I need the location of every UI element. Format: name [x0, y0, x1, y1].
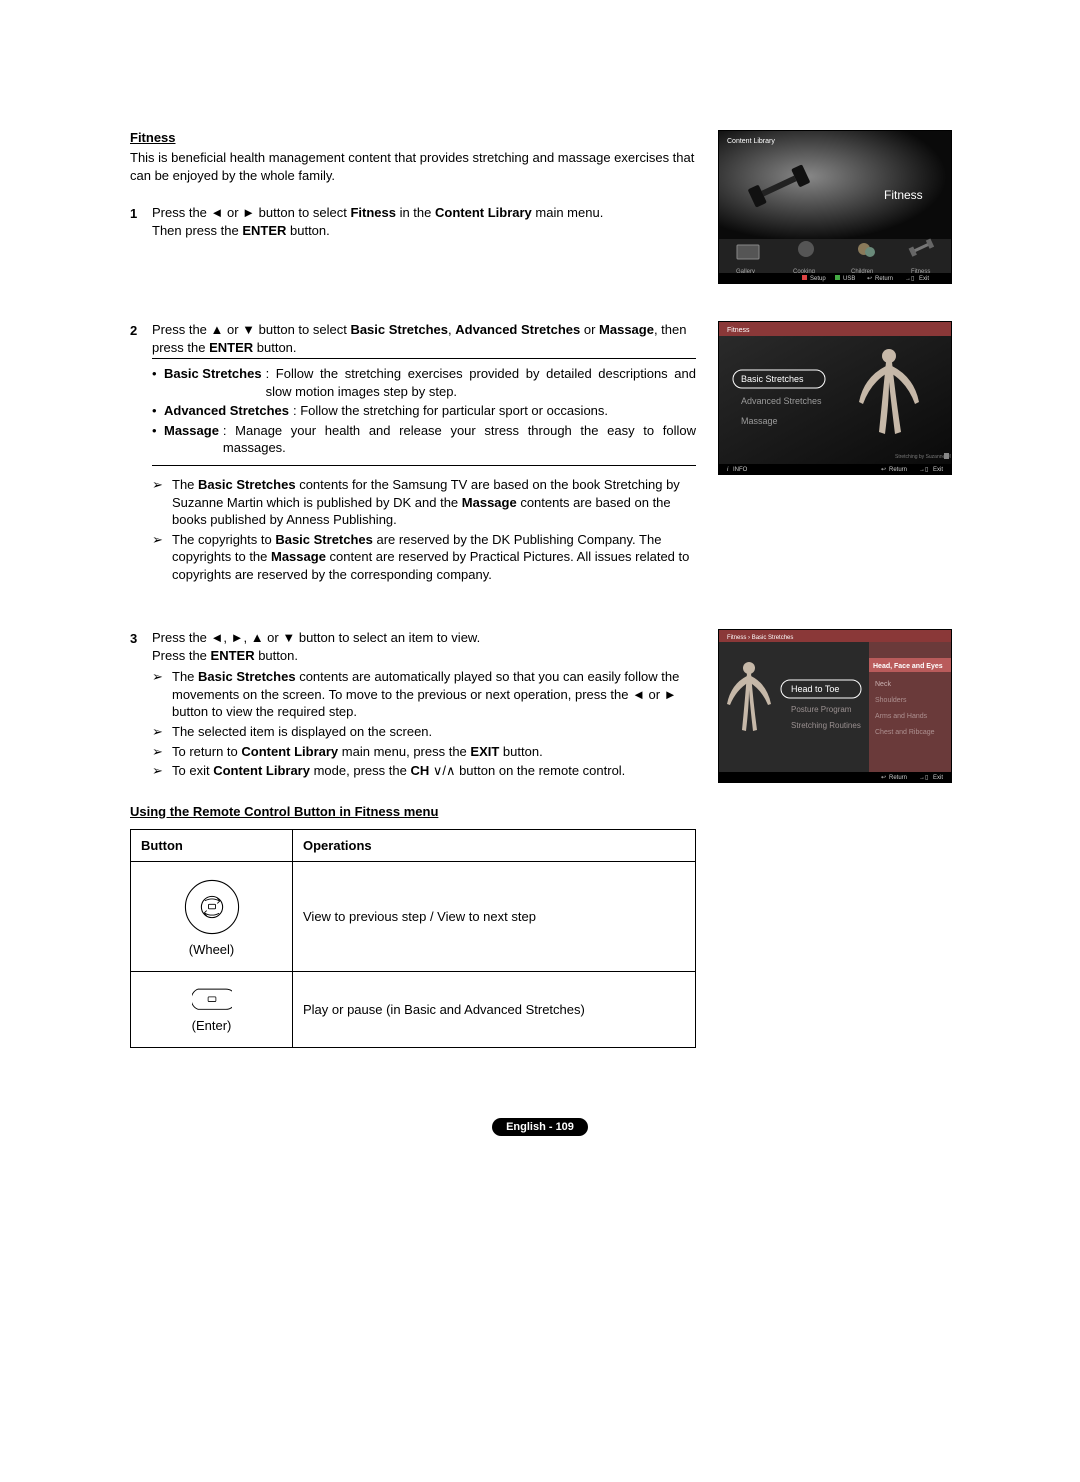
note-list: ➢The Basic Stretches contents for the Sa… — [152, 476, 696, 583]
note-list: ➢The Basic Stretches contents are automa… — [152, 668, 696, 779]
svg-text:↩: ↩ — [881, 467, 886, 473]
svg-text:USB: USB — [843, 276, 855, 282]
operations-table: Button Operations — [130, 829, 696, 1048]
th-operations: Operations — [293, 829, 696, 861]
step-body: Press the ▲ or ▼ button to select Basic … — [152, 321, 696, 585]
svg-text:Head, Face and Eyes: Head, Face and Eyes — [873, 663, 943, 670]
svg-text:→▯: →▯ — [919, 775, 928, 781]
svg-text:Massage: Massage — [741, 416, 778, 426]
svg-text:Exit: Exit — [933, 775, 943, 781]
step-number: 2 — [130, 321, 152, 340]
table-row: (Wheel) View to previous step / View to … — [131, 861, 696, 971]
screenshot-content-library: Content Library Fitness Gallery Cooking … — [718, 130, 952, 284]
svg-text:INFO: INFO — [733, 467, 748, 473]
s1-big-label: Fitness — [884, 188, 923, 202]
svg-text:Neck: Neck — [875, 681, 891, 688]
page-footer: English - 109 — [130, 1118, 950, 1136]
bullet: • Basic Stretches : Follow the stretchin… — [152, 365, 696, 400]
step-body: Press the ◄, ►, ▲ or ▼ button to select … — [152, 629, 696, 781]
svg-text:Return: Return — [889, 467, 907, 473]
screenshot-fitness-menu: Fitness Basic Stretches Advanced Stretch… — [718, 321, 952, 475]
step-number: 3 — [130, 629, 152, 648]
bullet: • Massage : Manage your health and relea… — [152, 422, 696, 457]
note: ➢The Basic Stretches contents are automa… — [152, 668, 696, 721]
svg-text:Shoulders: Shoulders — [875, 697, 907, 704]
svg-text:Exit: Exit — [919, 276, 929, 282]
svg-text:Chest and Ribcage: Chest and Ribcage — [875, 729, 935, 736]
note: ➢The selected item is displayed on the s… — [152, 723, 696, 741]
step-body: Press the ◄ or ► button to select Fitnes… — [152, 204, 696, 303]
page-number-badge: English - 109 — [492, 1118, 588, 1136]
feature-bullets: • Basic Stretches : Follow the stretchin… — [152, 365, 696, 457]
note: ➢The copyrights to Basic Stretches are r… — [152, 531, 696, 584]
svg-text:Stretching Routines: Stretching Routines — [791, 721, 861, 730]
step-number: 1 — [130, 204, 152, 223]
svg-text:Posture Program: Posture Program — [791, 705, 852, 714]
svg-text:↩: ↩ — [881, 775, 886, 781]
svg-text:Head to Toe: Head to Toe — [791, 684, 839, 694]
section-heading: Fitness — [130, 130, 696, 145]
note: ➢To exit Content Library mode, press the… — [152, 762, 696, 780]
svg-text:→▯: →▯ — [905, 276, 914, 282]
intro-text: This is beneficial health management con… — [130, 149, 696, 184]
svg-text:Arms and Hands: Arms and Hands — [875, 713, 928, 720]
screenshot-basic-stretches: Fitness › Basic Stretches Head to Toe Po… — [718, 629, 952, 783]
svg-text:Basic Stretches: Basic Stretches — [741, 374, 804, 384]
table-row: (Enter) Play or pause (in Basic and Adva… — [131, 971, 696, 1047]
ops-cell: Play or pause (in Basic and Advanced Str… — [293, 971, 696, 1047]
svg-text:Stretching by Suzanne Martin: Stretching by Suzanne Martin — [895, 454, 951, 460]
s1-title: Content Library — [727, 138, 775, 145]
note: ➢The Basic Stretches contents for the Sa… — [152, 476, 696, 529]
button-label: (Enter) — [139, 1018, 284, 1033]
ops-cell: View to previous step / View to next ste… — [293, 861, 696, 971]
enter-icon — [192, 986, 232, 1014]
wheel-icon — [181, 876, 243, 938]
svg-text:Return: Return — [889, 775, 907, 781]
svg-text:Return: Return — [875, 276, 893, 282]
svg-text:Advanced Stretches: Advanced Stretches — [741, 396, 822, 406]
svg-text:Fitness › Basic Stretches: Fitness › Basic Stretches — [727, 635, 793, 641]
bullet: • Advanced Stretches : Follow the stretc… — [152, 402, 696, 420]
button-label: (Wheel) — [139, 942, 284, 957]
note: ➢To return to Content Library main menu,… — [152, 743, 696, 761]
svg-text:→▯: →▯ — [919, 467, 928, 473]
svg-text:Exit: Exit — [933, 467, 943, 473]
svg-text:Fitness: Fitness — [727, 327, 750, 334]
svg-text:↩: ↩ — [867, 276, 872, 282]
svg-text:Setup: Setup — [810, 276, 826, 282]
th-button: Button — [131, 829, 293, 861]
sub-heading: Using the Remote Control Button in Fitne… — [130, 804, 696, 819]
